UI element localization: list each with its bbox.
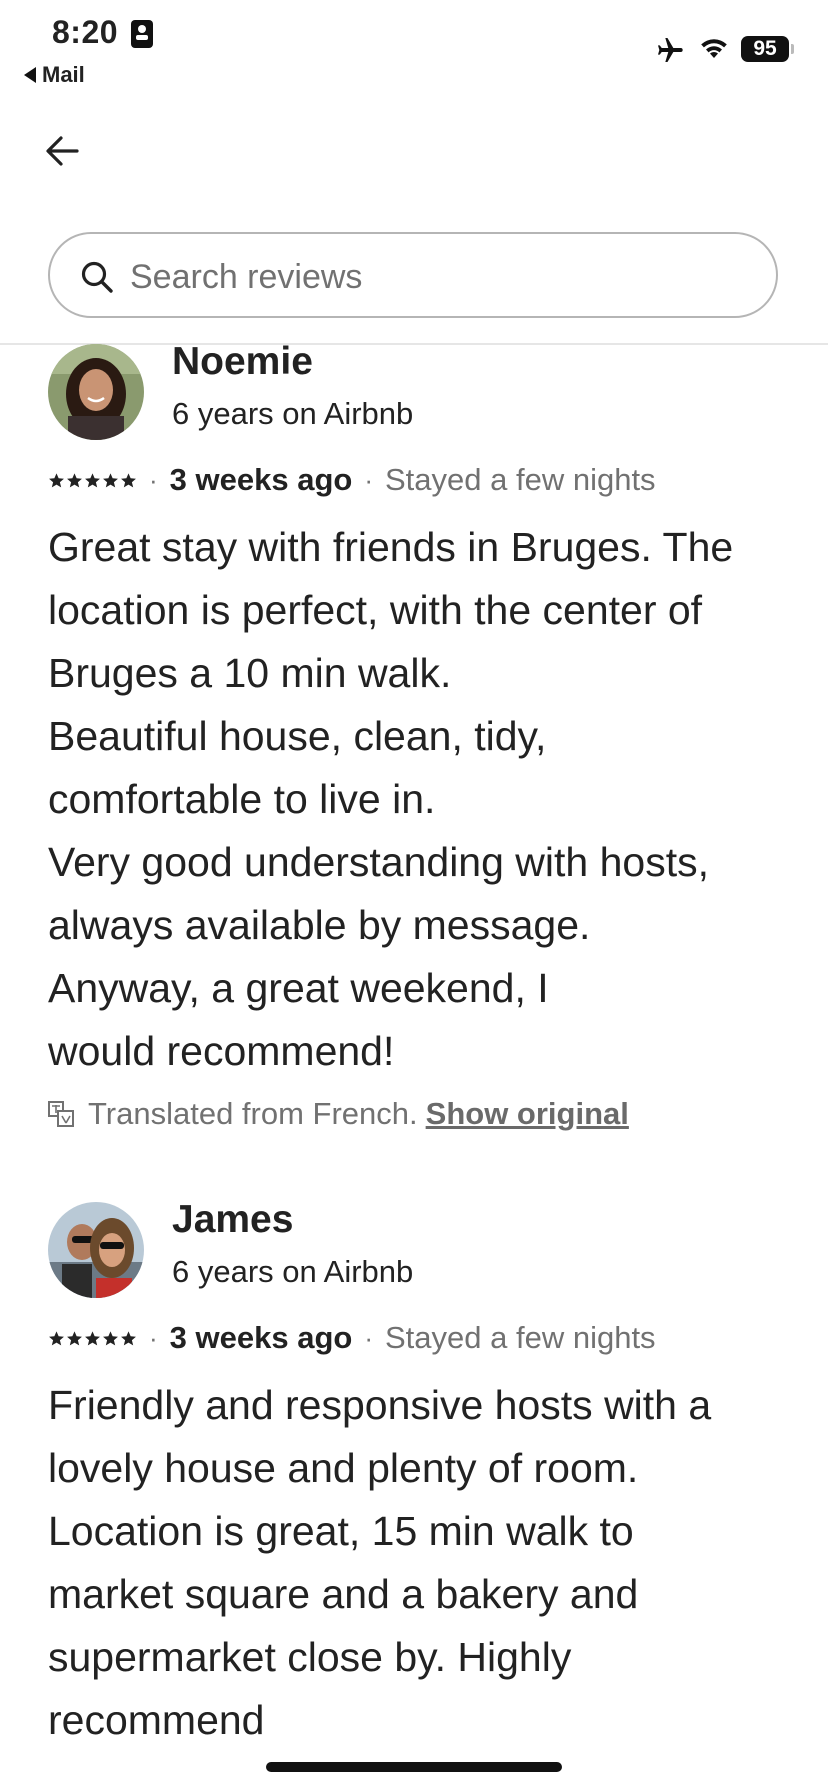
status-time: 8:20 — [52, 14, 119, 50]
airplane-icon — [658, 38, 683, 62]
star-icon — [85, 1330, 100, 1345]
status-bar: 8:20 Mail 95 — [0, 0, 828, 90]
star-icon — [49, 472, 64, 487]
id-card-icon — [131, 20, 153, 48]
star-icon — [103, 1330, 118, 1345]
reviewer-name: Noemie — [172, 340, 313, 383]
separator-dot: · — [364, 1322, 373, 1353]
battery-tip — [791, 44, 794, 54]
review-meta: · 3 weeks ago · Stayed a few nights — [48, 462, 656, 498]
reviewer-name: James — [172, 1198, 294, 1241]
review-text: Friendly and responsive hosts with a lov… — [48, 1382, 712, 1743]
star-icon — [121, 472, 136, 487]
rating-stars — [48, 1330, 137, 1347]
show-original-link[interactable]: Show original — [426, 1096, 629, 1132]
header-divider — [0, 343, 828, 345]
translation-note: Translated from French. Show original — [48, 1096, 629, 1132]
home-indicator[interactable] — [266, 1762, 562, 1772]
star-icon — [67, 472, 82, 487]
star-icon — [85, 472, 100, 487]
star-icon — [121, 1330, 136, 1345]
battery-indicator: 95 — [741, 36, 789, 62]
reviewer-tenure: 6 years on Airbnb — [172, 396, 414, 431]
review-text: Great stay with friends in Bruges. The l… — [48, 524, 734, 1074]
avatar[interactable] — [48, 1202, 144, 1298]
back-arrow-icon[interactable] — [44, 134, 80, 168]
translated-from-label: Translated from French. — [88, 1096, 418, 1131]
star-icon — [49, 1330, 64, 1345]
back-to-mail-button[interactable]: Mail — [24, 62, 85, 88]
review-date: 3 weeks ago — [169, 462, 353, 497]
back-triangle-icon — [24, 67, 36, 83]
review-meta: · 3 weeks ago · Stayed a few nights — [48, 1320, 656, 1356]
separator-dot: · — [364, 464, 373, 495]
rating-stars — [48, 472, 137, 489]
search-placeholder: Search reviews — [130, 258, 363, 296]
reviewer-tenure: 6 years on Airbnb — [172, 1254, 414, 1289]
star-icon — [103, 472, 118, 487]
translate-icon — [48, 1101, 74, 1127]
stay-length: Stayed a few nights — [385, 462, 656, 497]
separator-dot: · — [149, 464, 158, 495]
separator-dot: · — [149, 1322, 158, 1353]
search-input[interactable]: Search reviews — [48, 232, 778, 318]
review-date: 3 weeks ago — [169, 1320, 353, 1355]
back-app-label: Mail — [42, 62, 85, 87]
avatar[interactable] — [48, 344, 144, 440]
wifi-icon — [701, 39, 727, 58]
stay-length: Stayed a few nights — [385, 1320, 656, 1355]
search-icon — [81, 261, 113, 293]
star-icon — [67, 1330, 82, 1345]
